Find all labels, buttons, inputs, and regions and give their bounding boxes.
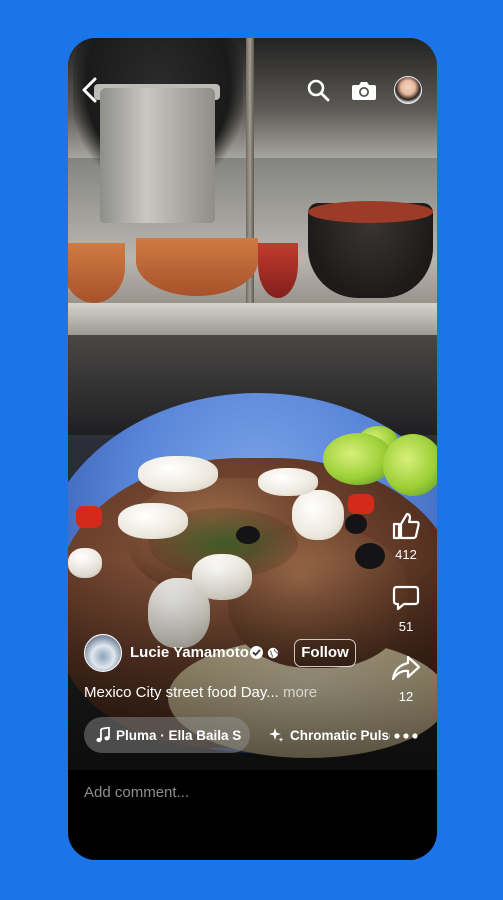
bean	[345, 514, 367, 534]
lime	[383, 434, 437, 496]
profile-avatar[interactable]	[394, 76, 422, 104]
share-button[interactable]: 12	[390, 654, 422, 704]
share-count: 12	[398, 689, 414, 704]
sparkle-icon	[269, 728, 284, 742]
comment-count: 51	[398, 619, 414, 634]
bucket	[100, 88, 215, 223]
more-link[interactable]: more	[283, 684, 317, 701]
thumbs-up-icon	[392, 512, 420, 540]
caption-text: Mexico City street food Day...	[84, 684, 279, 701]
salsa-bowl	[258, 243, 298, 298]
salsa-bowl	[68, 243, 125, 303]
effect-chip[interactable]: Chromatic Pulse	[268, 717, 390, 753]
camera-icon[interactable]	[348, 76, 380, 104]
music-note-icon	[96, 727, 110, 743]
music-label: Pluma · Ella Baila S	[116, 727, 242, 743]
globe-icon	[267, 646, 279, 659]
molcajete-salsa	[308, 201, 433, 223]
effect-label: Chromatic Pulse	[290, 727, 390, 743]
onion	[138, 456, 218, 492]
comment-bar: Add comment...	[68, 770, 437, 860]
bean	[236, 526, 260, 544]
video-player[interactable]: 412 51 12 Lucie Yamamoto Follow Mexico C…	[68, 38, 437, 770]
comment-icon	[392, 585, 420, 611]
comment-button[interactable]: 51	[390, 584, 422, 634]
onion	[292, 490, 344, 540]
verified-badge-icon	[250, 646, 263, 659]
chevron-left-icon[interactable]	[76, 74, 104, 106]
follow-button[interactable]: Follow	[294, 639, 356, 667]
phone-screen: 412 51 12 Lucie Yamamoto Follow Mexico C…	[68, 38, 437, 860]
tomato	[76, 506, 102, 528]
onion	[118, 503, 188, 539]
more-options-icon[interactable]	[394, 726, 420, 744]
like-button[interactable]: 412	[390, 512, 422, 562]
author-name[interactable]: Lucie Yamamoto	[130, 644, 249, 661]
share-icon	[391, 655, 421, 681]
onion	[258, 468, 318, 496]
comment-input[interactable]: Add comment...	[84, 784, 189, 801]
tomato	[348, 494, 374, 514]
author-avatar[interactable]	[84, 634, 122, 672]
like-count: 412	[395, 547, 417, 562]
salsa-bowl	[136, 238, 258, 296]
post-caption[interactable]: Mexico City street food Day... more	[84, 684, 317, 701]
music-chip[interactable]: Pluma · Ella Baila S	[84, 717, 250, 753]
search-icon[interactable]	[304, 76, 332, 104]
counter	[68, 303, 437, 335]
